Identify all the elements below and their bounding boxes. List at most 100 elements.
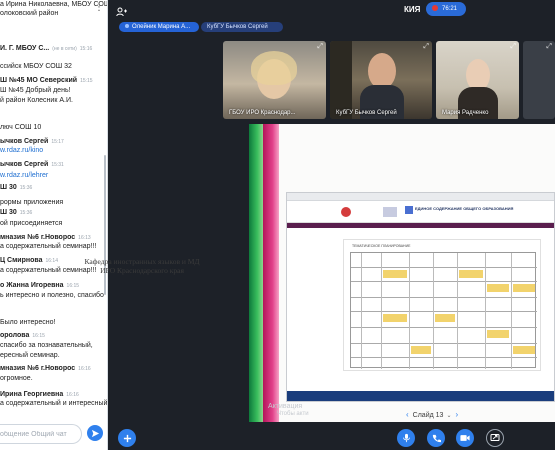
message-text: рормы приложения: [0, 199, 64, 206]
message-text: й район Колесник А.И.: [0, 97, 73, 104]
video-tile[interactable]: ⤢ КубГУ Бычков Сергей: [330, 41, 432, 119]
chat-input-container: [0, 424, 82, 444]
message-time: 16:15: [32, 333, 45, 339]
chat-panel: а Ирина Николаевна, МБОУ СОШ олоковский р…: [0, 0, 108, 450]
chat-menu-icon[interactable]: ⋮: [94, 2, 104, 13]
chat-message-list[interactable]: а Ирина Николаевна, МБОУ СОШ олоковский р…: [0, 0, 108, 418]
highlighted-cell: [487, 330, 509, 338]
highlighted-cell: [513, 284, 535, 292]
chat-message: о Жанна Игоревна 16:15: [0, 281, 107, 291]
phone-button[interactable]: [427, 429, 445, 447]
prev-slide-button[interactable]: ‹: [402, 410, 413, 419]
message-text: а содержательный семинар!!!: [0, 243, 97, 250]
participants-button[interactable]: [116, 4, 128, 22]
message-time: 16:16: [78, 366, 91, 372]
screen-share-button[interactable]: [486, 429, 504, 447]
participant-pill[interactable]: КубГУ Бычков Сергей: [201, 22, 283, 32]
expand-icon[interactable]: ⤢: [510, 43, 516, 51]
video-tile[interactable]: ⤢: [523, 41, 555, 119]
chat-message: ой присоединяется: [0, 219, 107, 228]
activation-watermark: Чтобы акти: [277, 411, 309, 417]
expand-icon[interactable]: ⤢: [317, 43, 323, 51]
screenshot-browser: ЕДИНОЕ СОДЕРЖАНИЕ ОБЩЕГО ОБРАЗОВАНИЯ ТЕМ…: [286, 192, 555, 402]
message-text: Ш №45 Добрый день!: [0, 87, 71, 94]
message-text: спасибо за познавательный,: [0, 342, 93, 349]
screen-share-icon: [490, 434, 500, 441]
chat-message: олоковский район: [0, 9, 107, 18]
message-link[interactable]: w.rdaz.ru/lehrer: [0, 172, 48, 179]
next-slide-button[interactable]: ›: [451, 410, 462, 419]
message-author: мназия №6 г.Новорос: [0, 365, 76, 372]
chat-message: мназия №6 г.Новорос 16:16: [0, 364, 107, 374]
presentation-slide: ЕДИНОЕ СОДЕРЖАНИЕ ОБЩЕГО ОБРАЗОВАНИЯ ТЕМ…: [279, 124, 555, 422]
chat-message: й район Колесник А.И.: [0, 96, 107, 105]
slide-navigator: ‹ Слайд 13 ⌄ ›: [402, 410, 462, 419]
message-link[interactable]: w.rdaz.ru/kino: [0, 147, 43, 154]
message-status: (не в сети): [52, 46, 77, 52]
message-time: 15:17: [51, 139, 64, 145]
chat-message: оролова 16:15: [0, 331, 107, 341]
highlighted-cell: [383, 270, 407, 278]
message-author: Ирина Георгиевна: [0, 391, 64, 398]
chat-message: w.rdaz.ru/kino: [0, 146, 107, 155]
participant-video: [368, 53, 396, 89]
timer-value: 76:21: [442, 6, 458, 12]
video-tile[interactable]: ⤢ ГБОУ ИРО Краснодар...: [223, 41, 326, 119]
slide-caption: Кафедра иностранных языков и МД ИРО Крас…: [62, 257, 222, 275]
message-author: о Жанна Игоревна: [0, 282, 64, 289]
chat-message: ересный семинар.: [0, 351, 107, 360]
message-time: 15:16: [79, 46, 93, 52]
shared-screen[interactable]: ЕДИНОЕ СОДЕРЖАНИЕ ОБЩЕГО ОБРАЗОВАНИЯ ТЕМ…: [249, 124, 555, 422]
message-time: 16:14: [45, 258, 58, 264]
conference-app: а Ирина Николаевна, МБОУ СОШ олоковский р…: [0, 0, 555, 450]
bookshelf: [330, 41, 352, 119]
table-line: [409, 253, 410, 369]
people-icon: [116, 7, 127, 17]
message-author: Ш 30: [0, 209, 17, 216]
table-line: [511, 253, 512, 369]
message-time: 15:15: [80, 78, 93, 84]
table-line: [351, 297, 537, 298]
document-title: ТЕМАТИЧЕСКОЕ ПЛАНИРОВАНИЕ: [352, 244, 411, 248]
video-tile[interactable]: ⤢ Мария Радченко: [436, 41, 519, 119]
message-time: 16:13: [78, 235, 91, 241]
chat-message: Ш 30 15:36: [0, 208, 107, 218]
speaker-pill[interactable]: Олейник Марина А...: [119, 22, 199, 32]
message-author: ычков Сергей: [0, 161, 49, 168]
microphone-button[interactable]: [397, 429, 415, 447]
speaker-name: Олейник Марина А...: [132, 24, 191, 30]
table-line: [351, 343, 537, 344]
expand-icon[interactable]: ⤢: [423, 43, 429, 51]
phone-icon: [432, 434, 441, 442]
table-line: [351, 357, 537, 358]
table-line: [433, 253, 434, 369]
slide-decoration: [263, 124, 279, 422]
message-text: ой присоединяется: [0, 220, 63, 227]
chat-message: огромное.: [0, 374, 107, 383]
recording-timer[interactable]: 76:21: [426, 2, 466, 16]
camera-button[interactable]: [456, 429, 474, 447]
message-text: а Ирина Николаевна, МБОУ СОШ: [0, 1, 108, 8]
highlighted-cell: [487, 284, 509, 292]
highlighted-cell: [459, 270, 483, 278]
site-nav-bar: [287, 223, 554, 228]
message-text: ссийск МБОУ СОШ 32: [0, 63, 72, 70]
send-button[interactable]: [87, 425, 103, 441]
tile-caption: Мария Радченко: [442, 110, 489, 116]
room-title: КИЯ: [404, 5, 421, 14]
site-logo-icon: [405, 206, 413, 214]
add-button[interactable]: [118, 429, 136, 447]
chat-message: ь интересно и полезно, спасибо: [0, 291, 107, 300]
tile-caption: КубГУ Бычков Сергей: [336, 110, 397, 116]
table-line: [381, 253, 382, 369]
chat-message: люч СОШ 10: [0, 123, 107, 132]
site-emblem-icon: [341, 207, 351, 217]
message-author: ычков Сергей: [0, 138, 49, 145]
message-author: Ц Смирнова: [0, 257, 43, 264]
chat-message-input[interactable]: [0, 428, 78, 441]
message-text: олоковский район: [0, 10, 59, 17]
chat-message: w.rdaz.ru/lehrer: [0, 171, 107, 180]
tile-caption: ГБОУ ИРО Краснодар...: [229, 110, 296, 116]
chat-message: Ш 30 15:36: [0, 183, 107, 193]
expand-icon[interactable]: ⤢: [546, 43, 552, 51]
